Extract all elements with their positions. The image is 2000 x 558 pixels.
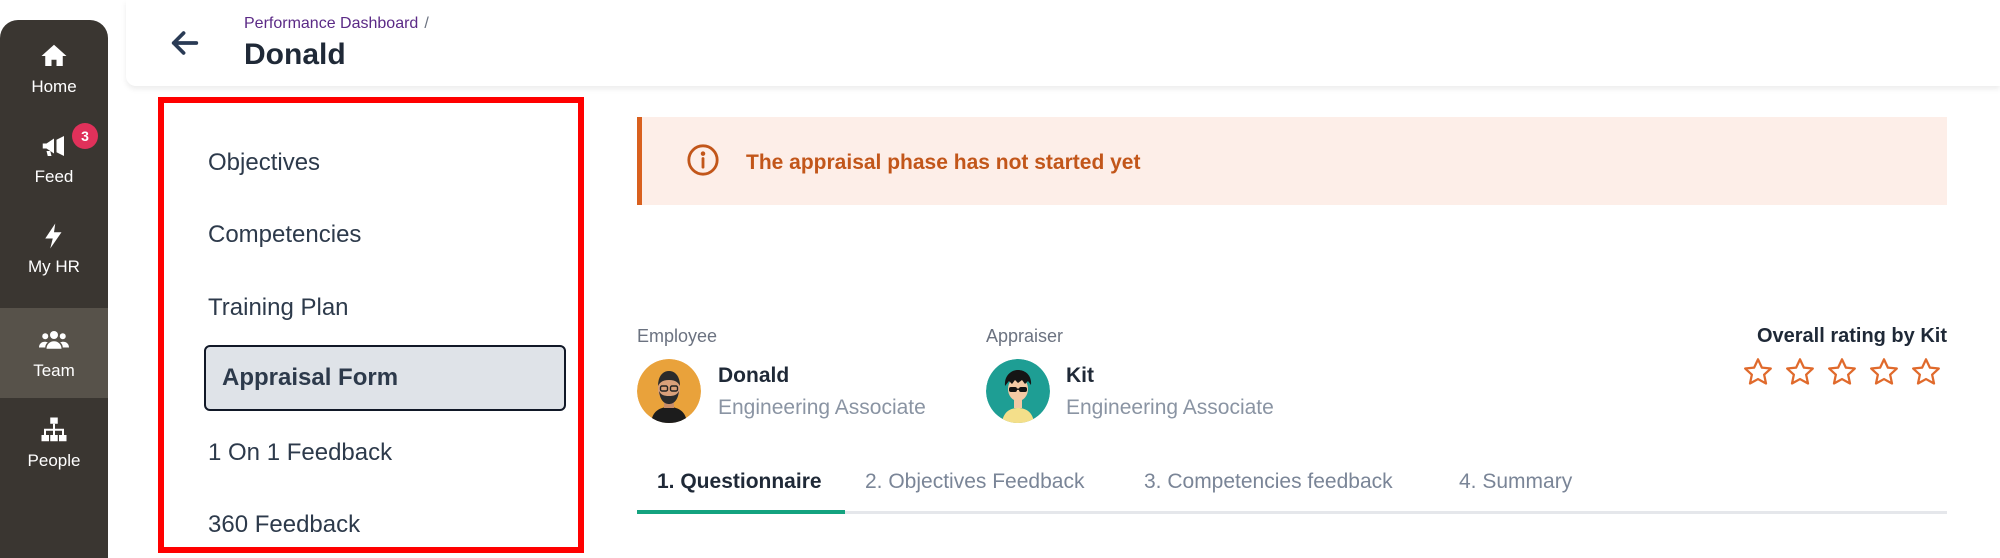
- appraiser-avatar-image: [986, 359, 1050, 423]
- star-3-icon[interactable]: [1826, 356, 1858, 388]
- subnav-item-360-feedback[interactable]: 360 Feedback: [208, 511, 360, 539]
- info-icon: [687, 144, 719, 176]
- rail-item-label: Team: [33, 361, 75, 380]
- employee-name: Donald: [718, 364, 790, 387]
- notification-badge: 3: [72, 123, 98, 149]
- left-rail: Home Feed 3 My HR Team People: [0, 20, 108, 558]
- employee-avatar: [637, 359, 701, 423]
- active-tab-indicator: [637, 510, 845, 514]
- appraiser-name: Kit: [1066, 364, 1094, 387]
- rail-item-label: Home: [31, 77, 77, 96]
- employee-avatar-image: [637, 359, 701, 423]
- breadcrumb-link[interactable]: Performance Dashboard: [244, 15, 418, 32]
- rail-item-feed[interactable]: Feed 3: [0, 114, 108, 204]
- tab-summary[interactable]: 4. Summary: [1459, 470, 1572, 494]
- employee-role: Engineering Associate: [718, 396, 926, 419]
- appraisal-tabs: 1. Questionnaire 2. Objectives Feedback …: [637, 458, 1947, 514]
- appraiser-label: Appraiser: [986, 326, 1064, 346]
- rail-item-home[interactable]: Home: [0, 24, 108, 114]
- rail-item-label: People: [27, 451, 81, 470]
- breadcrumb-separator: /: [424, 15, 429, 32]
- page-title: Donald: [244, 38, 346, 71]
- tab-objectives-feedback[interactable]: 2. Objectives Feedback: [865, 470, 1084, 494]
- rail-item-label: Feed: [34, 167, 74, 186]
- subnav-item-objectives[interactable]: Objectives: [208, 149, 320, 177]
- subnav-item-competencies[interactable]: Competencies: [208, 221, 361, 249]
- employee-label: Employee: [637, 326, 718, 346]
- alert-message: The appraisal phase has not started yet: [746, 151, 1141, 174]
- overall-rating-title: Overall rating by Kit: [1756, 325, 1947, 347]
- subnav-item-1-on-1-feedback[interactable]: 1 On 1 Feedback: [208, 439, 392, 467]
- star-2-icon[interactable]: [1784, 356, 1816, 388]
- info-alert: The appraisal phase has not started yet: [637, 117, 1947, 205]
- team-icon: [39, 331, 69, 349]
- home-icon: [41, 44, 67, 66]
- star-5-icon[interactable]: [1910, 356, 1942, 388]
- appraiser-avatar: [986, 359, 1050, 423]
- rail-item-label: My HR: [28, 257, 80, 276]
- star-rating: [1742, 356, 1942, 388]
- bolt-icon: [45, 223, 62, 249]
- subnav-item-appraisal-form[interactable]: Appraisal Form: [204, 345, 566, 411]
- page-header: Performance Dashboard / Donald: [126, 0, 2000, 86]
- subnav-item-training-plan[interactable]: Training Plan: [208, 294, 349, 322]
- rail-item-team[interactable]: Team: [0, 308, 108, 398]
- appraiser-role: Engineering Associate: [1066, 396, 1274, 419]
- megaphone-icon: [42, 136, 64, 156]
- rail-item-my-hr[interactable]: My HR: [0, 204, 108, 294]
- tab-questionnaire[interactable]: 1. Questionnaire: [657, 470, 822, 494]
- rail-item-people[interactable]: People: [0, 398, 108, 488]
- sub-navigation: Objectives Competencies Training Plan Ap…: [158, 97, 584, 553]
- tab-competencies-feedback[interactable]: 3. Competencies feedback: [1144, 470, 1393, 494]
- breadcrumb: Performance Dashboard /: [244, 15, 429, 33]
- org-chart-icon: [41, 417, 67, 442]
- star-4-icon[interactable]: [1868, 356, 1900, 388]
- arrow-left-icon: [171, 31, 199, 55]
- back-button[interactable]: [164, 22, 206, 64]
- star-1-icon[interactable]: [1742, 356, 1774, 388]
